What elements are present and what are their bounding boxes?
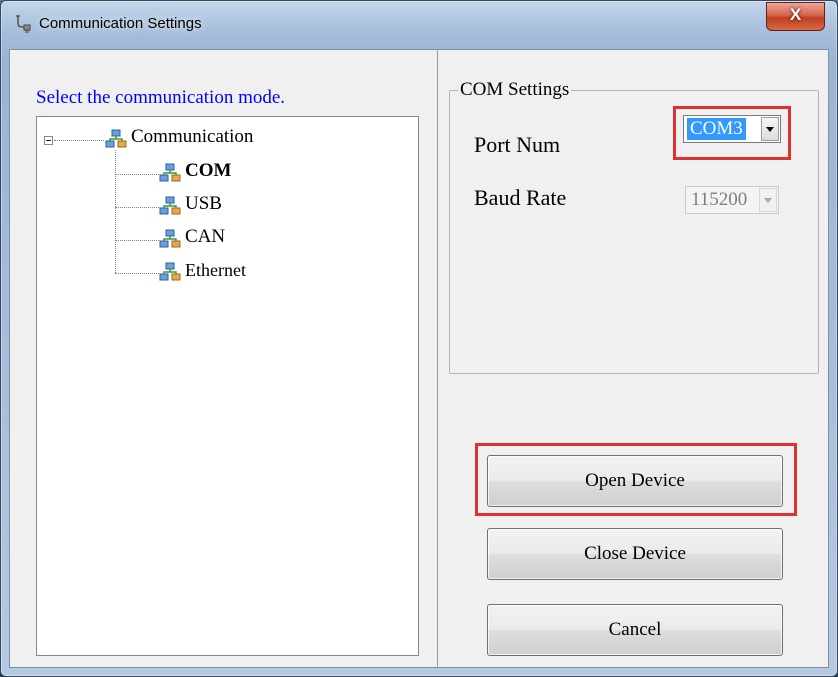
plug-icon xyxy=(16,15,31,33)
settings-panel: COM Settings Port Num Baud Rate COM3 115… xyxy=(439,50,828,667)
network-icon xyxy=(159,196,181,215)
tree-connector xyxy=(54,140,104,141)
tree-connector xyxy=(115,150,116,273)
port-num-label: Port Num xyxy=(474,132,561,157)
network-icon xyxy=(159,163,181,182)
close-device-label: Close Device xyxy=(584,543,686,564)
tree-node-can[interactable]: CAN xyxy=(185,226,225,248)
network-icon xyxy=(105,129,127,148)
highlight-box xyxy=(673,106,791,160)
network-icon xyxy=(159,229,181,248)
mode-panel: Select the communication mode. Communica… xyxy=(10,50,438,667)
network-icon xyxy=(159,262,181,281)
close-button[interactable]: X xyxy=(766,2,825,31)
mode-instruction: Select the communication mode. xyxy=(36,87,286,108)
collapse-toggle-icon[interactable] xyxy=(44,136,53,145)
tree-connector xyxy=(115,240,159,241)
com-settings-title: COM Settings xyxy=(458,79,572,101)
baud-rate-value: 115200 xyxy=(691,189,748,210)
chevron-down-icon xyxy=(759,188,777,212)
tree-node-ethernet[interactable]: Ethernet xyxy=(185,260,246,281)
close-icon: X xyxy=(789,5,802,24)
cancel-button[interactable]: Cancel xyxy=(487,604,783,656)
baud-rate-select: 115200 xyxy=(685,186,779,214)
tree-connector xyxy=(115,174,159,175)
tree-node-com[interactable]: COM xyxy=(185,160,231,182)
tree-node-communication[interactable]: Communication xyxy=(131,126,253,148)
close-device-button[interactable]: Close Device xyxy=(487,528,783,580)
cancel-label: Cancel xyxy=(608,619,662,640)
window-title: Communication Settings xyxy=(39,15,202,32)
title-bar[interactable]: Communication Settings X xyxy=(1,1,837,49)
communication-settings-dialog: Communication Settings X Select the comm… xyxy=(0,0,838,677)
baud-rate-label: Baud Rate xyxy=(474,185,567,210)
communication-tree[interactable]: Communication COM USB CAN Ethernet xyxy=(36,116,419,656)
tree-connector xyxy=(115,207,159,208)
highlight-box xyxy=(475,443,797,516)
tree-connector xyxy=(115,273,159,274)
tree-node-usb[interactable]: USB xyxy=(185,193,222,215)
dialog-client-area: Select the communication mode. Communica… xyxy=(9,49,829,668)
